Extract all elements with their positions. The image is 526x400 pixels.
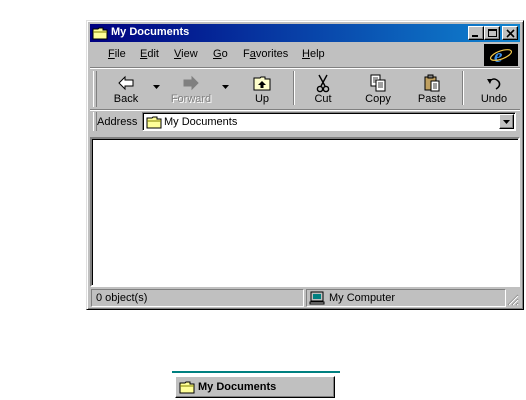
paste-icon [424, 74, 440, 92]
undo-button[interactable]: Undo [468, 71, 520, 107]
copy-button[interactable]: Copy [352, 71, 404, 107]
close-icon [506, 29, 515, 38]
paste-button[interactable]: Paste [406, 71, 458, 107]
toolbar-separator [293, 71, 295, 105]
menu-edit[interactable]: Edit [140, 48, 159, 60]
up-folder-icon [253, 76, 271, 91]
status-zone-pane: My Computer [306, 289, 506, 307]
cut-button[interactable]: Cut [297, 71, 349, 107]
window-title: My Documents [111, 26, 190, 38]
title-bar[interactable]: My Documents [90, 24, 520, 42]
forward-dropdown-icon[interactable] [222, 85, 229, 89]
menu-bar: File Edit View Go Favorites Help e [90, 44, 520, 67]
scissors-icon [316, 74, 330, 93]
address-label: Address [97, 116, 138, 128]
computer-icon [309, 291, 325, 305]
standard-toolbar: Back Forward Up Cut Copy Paste Undo [90, 69, 520, 109]
menu-go[interactable]: Go [213, 48, 228, 60]
back-button[interactable]: Back [100, 71, 152, 107]
minimize-icon [472, 35, 478, 37]
explorer-window: My Documents File Edit View Go Favorites… [86, 20, 524, 310]
back-dropdown-icon[interactable] [153, 85, 160, 89]
address-combobox[interactable]: My Documents [142, 112, 516, 131]
chevron-down-icon [503, 120, 510, 124]
toolbar-grip[interactable] [93, 71, 97, 107]
forward-button[interactable]: Forward [165, 71, 217, 107]
forward-arrow-icon [183, 75, 199, 91]
close-button[interactable] [502, 26, 518, 40]
menu-file[interactable]: File [108, 48, 126, 60]
menu-help[interactable]: Help [302, 48, 325, 60]
internet-explorer-logo: e [484, 44, 518, 67]
maximize-button[interactable] [484, 26, 500, 40]
address-value[interactable]: My Documents [164, 116, 237, 128]
folder-icon [92, 27, 108, 40]
menu-favorites[interactable]: Favorites [243, 48, 288, 60]
back-arrow-icon [118, 75, 134, 91]
status-zone-text: My Computer [329, 292, 396, 304]
folder-icon [179, 381, 195, 394]
minimize-button[interactable] [468, 26, 484, 40]
status-objects-text: 0 object(s) [96, 292, 148, 304]
resize-grip-icon[interactable] [507, 294, 519, 306]
status-objects-pane: 0 object(s) [91, 289, 304, 307]
maximize-icon [488, 29, 497, 37]
menu-view[interactable]: View [174, 48, 198, 60]
copy-icon [370, 74, 386, 92]
status-bar: 0 object(s) My Computer [90, 289, 520, 307]
ie-icon: e [489, 46, 513, 67]
taskbar-edge [172, 371, 340, 373]
undo-icon [487, 78, 501, 90]
address-bar: Address My Documents [90, 111, 520, 133]
folder-icon [146, 116, 162, 129]
taskbar-button-my-documents[interactable]: My Documents [175, 376, 335, 398]
up-button[interactable]: Up [236, 71, 288, 107]
address-dropdown-button[interactable] [499, 114, 514, 129]
toolbar-separator [462, 71, 464, 105]
file-list-pane[interactable] [90, 137, 520, 287]
taskbar-button-label: My Documents [198, 381, 277, 393]
svg-text:e: e [494, 46, 503, 66]
